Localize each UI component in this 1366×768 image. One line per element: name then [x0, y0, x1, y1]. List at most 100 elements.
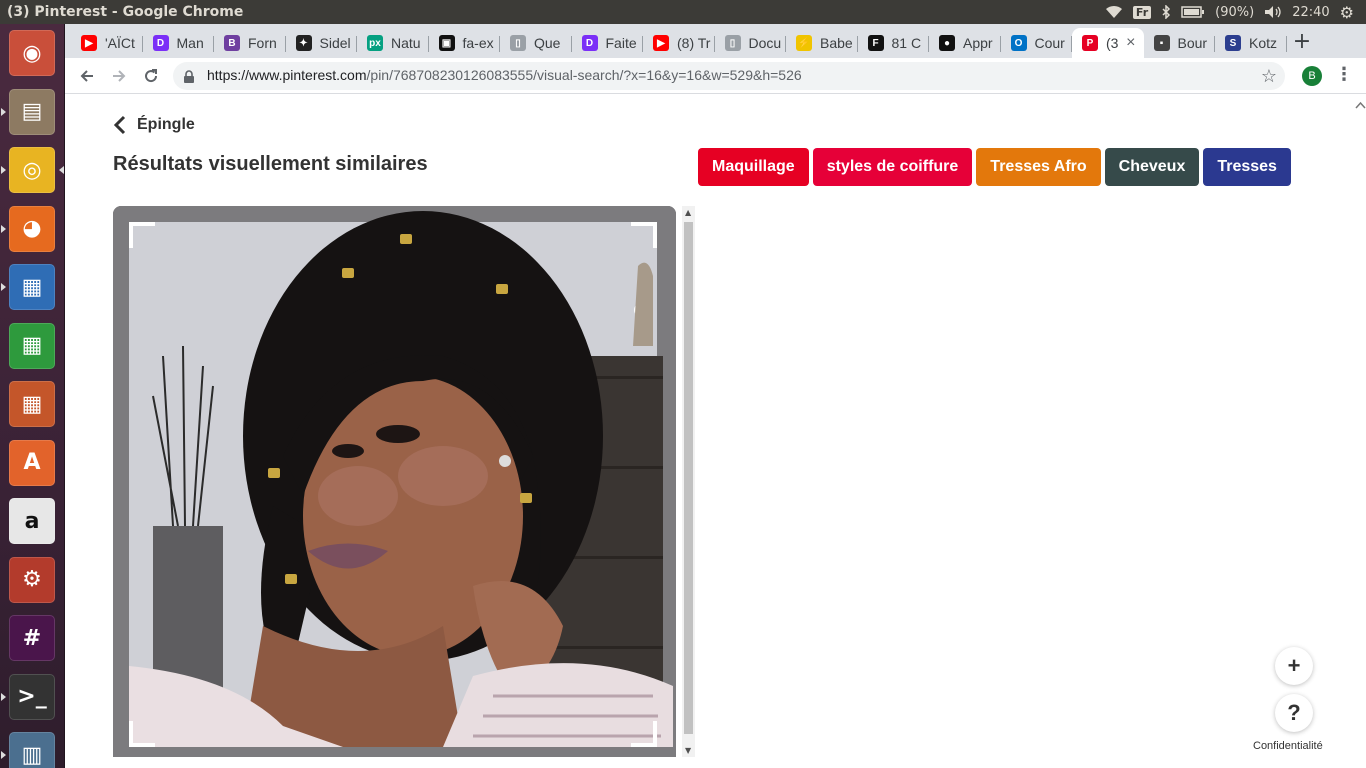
running-indicator [1, 224, 6, 233]
tab-separator [1285, 36, 1287, 52]
help-button[interactable]: ? [1275, 694, 1313, 732]
crop-handle-bottom-left[interactable] [129, 721, 155, 747]
launcher-firefox-button[interactable]: ◕ [7, 204, 57, 254]
browser-tab[interactable]: ▶ 'AÏCt [71, 28, 143, 58]
back-arrow-icon[interactable] [75, 64, 99, 88]
launcher-files-button[interactable]: ▤ [7, 87, 57, 137]
browser-tab[interactable]: ▪ Bour [1144, 28, 1215, 58]
scrollbar-thumb[interactable] [684, 222, 693, 734]
privacy-link[interactable]: Confidentialité [1249, 739, 1327, 753]
scroll-up-arrow-icon[interactable] [1355, 100, 1366, 110]
browser-tab[interactable]: O Cour [1001, 28, 1072, 58]
launcher-amazon-button[interactable]: a [7, 496, 57, 546]
clock[interactable]: 22:40 [1292, 5, 1329, 20]
bookmark-star-icon[interactable]: ☆ [1261, 66, 1277, 87]
reload-icon[interactable] [139, 64, 163, 88]
tab-favicon-icon: ⚡ [796, 35, 812, 51]
lock-icon[interactable] [183, 69, 195, 88]
browser-tab[interactable]: ✦ Sidel [286, 28, 357, 58]
tab-title: Que [534, 35, 561, 51]
running-indicator [1, 283, 6, 291]
new-tab-button[interactable]: + [1289, 30, 1315, 56]
running-indicator [1, 107, 6, 116]
browser-tab[interactable]: ▯ Que [500, 28, 572, 58]
back-to-pin-link[interactable]: Épingle [113, 115, 195, 135]
tab-title: Babe [820, 35, 853, 51]
launcher-terminal-button[interactable]: >_ [7, 672, 57, 722]
browser-tab[interactable]: ▯ Docu [715, 28, 786, 58]
launcher-libreoffice-writer-button[interactable]: ▦ [7, 262, 57, 312]
software-center-icon: A [9, 439, 55, 486]
libreoffice-impress-icon: ▦ [9, 381, 55, 427]
workspaces-icon: ▥ [9, 732, 55, 768]
browser-tab[interactable]: D Man [143, 28, 214, 58]
browser-tab[interactable]: F 81 C [858, 28, 929, 58]
launcher-libreoffice-calc-button[interactable]: ▦ [7, 321, 57, 371]
system-settings-icon: ⚙ [9, 556, 55, 603]
profile-avatar[interactable]: B [1302, 66, 1322, 86]
tab-favicon-icon: ▣ [438, 35, 455, 51]
tab-favicon-icon: ▶ [653, 35, 669, 51]
forward-arrow-icon[interactable] [107, 64, 131, 88]
visual-search-crop-box[interactable] [129, 222, 657, 747]
running-indicator [1, 692, 6, 701]
launcher-libreoffice-impress-button[interactable]: ▦ [7, 379, 57, 429]
running-indicator [1, 166, 6, 174]
tab-close-icon[interactable]: × [1126, 34, 1135, 52]
crop-handle-bottom-right[interactable] [631, 721, 657, 747]
tag-chip[interactable]: Tresses Afro [976, 148, 1101, 186]
browser-tab[interactable]: D Faite [572, 28, 643, 58]
tab-favicon-icon: D [581, 35, 598, 51]
tag-chip[interactable]: Cheveux [1104, 148, 1200, 186]
amazon-icon: a [9, 498, 55, 544]
tab-favicon-icon: ▯ [510, 35, 526, 51]
tab-title: Sidel [319, 35, 351, 51]
libreoffice-writer-icon: ▦ [9, 264, 55, 310]
keyboard-layout-indicator[interactable]: Fr [1132, 5, 1152, 19]
tab-title: fa-ex [462, 35, 494, 51]
crop-handle-top-right[interactable] [631, 222, 657, 248]
browser-tab[interactable]: P (3 × [1072, 28, 1144, 58]
launcher-slack-button[interactable]: # [7, 613, 57, 663]
scroll-down-arrow-icon[interactable]: ▼ [685, 746, 691, 755]
browser-tab[interactable]: B Forn [214, 28, 286, 58]
browser-tab[interactable]: ● Appr [929, 28, 1001, 58]
browser-tab[interactable]: ▣ fa-ex [429, 28, 500, 58]
tab-title: (8) Tr [677, 35, 711, 51]
pin-image[interactable] [113, 206, 676, 757]
wifi-icon[interactable] [1105, 5, 1123, 19]
tag-chip[interactable]: Maquillage [698, 148, 809, 186]
launcher-system-settings-button[interactable]: ⚙ [7, 555, 57, 605]
crop-handle-top-left[interactable] [129, 222, 155, 248]
tab-favicon-icon: ● [939, 35, 955, 51]
browser-tab[interactable]: ⚡ Babe [786, 28, 858, 58]
chrome-icon: ◎ [9, 147, 55, 193]
browser-tab[interactable]: ▶ (8) Tr [643, 28, 715, 58]
launcher-software-center-button[interactable]: A [7, 438, 57, 488]
launcher-ubuntu-dash-button[interactable]: ◉ [7, 28, 57, 78]
add-button[interactable]: + [1275, 647, 1313, 685]
image-panel-scrollbar[interactable]: ▲ ▼ [682, 206, 695, 757]
browser-toolbar: https://www.pinterest.com/pin/7687082301… [65, 58, 1366, 94]
launcher-workspaces-button[interactable]: ▥ [7, 730, 57, 768]
unity-launcher: ◉ ▤ ◎ ◕ ▦ ▦ ▦ Aa ⚙ # >_ ▥ [0, 24, 65, 768]
tag-chip[interactable]: styles de coiffure [812, 148, 973, 186]
tab-favicon-icon: P [1082, 35, 1098, 51]
scroll-up-arrow-icon[interactable]: ▲ [685, 208, 691, 217]
launcher-chrome-button[interactable]: ◎ [7, 145, 57, 195]
back-label: Épingle [137, 116, 195, 133]
tab-title: Cour [1034, 35, 1065, 51]
bluetooth-icon[interactable] [1161, 5, 1171, 19]
tag-chip[interactable]: Tresses [1203, 148, 1291, 186]
browser-tab[interactable]: S Kotz [1215, 28, 1287, 58]
files-icon: ▤ [9, 88, 55, 135]
battery-icon[interactable] [1181, 6, 1205, 18]
page-scrollbar[interactable] [1355, 95, 1366, 768]
browser-tab[interactable]: px Natu [357, 28, 429, 58]
settings-gear-icon[interactable]: ⚙ [1340, 3, 1354, 22]
volume-icon[interactable] [1264, 5, 1282, 19]
address-bar[interactable]: https://www.pinterest.com/pin/7687082301… [173, 62, 1285, 90]
chrome-menu-icon[interactable]: ⋮ [1335, 64, 1353, 85]
tab-favicon-icon: ▶ [81, 35, 97, 51]
url-text: https://www.pinterest.com/pin/7687082301… [207, 67, 802, 83]
